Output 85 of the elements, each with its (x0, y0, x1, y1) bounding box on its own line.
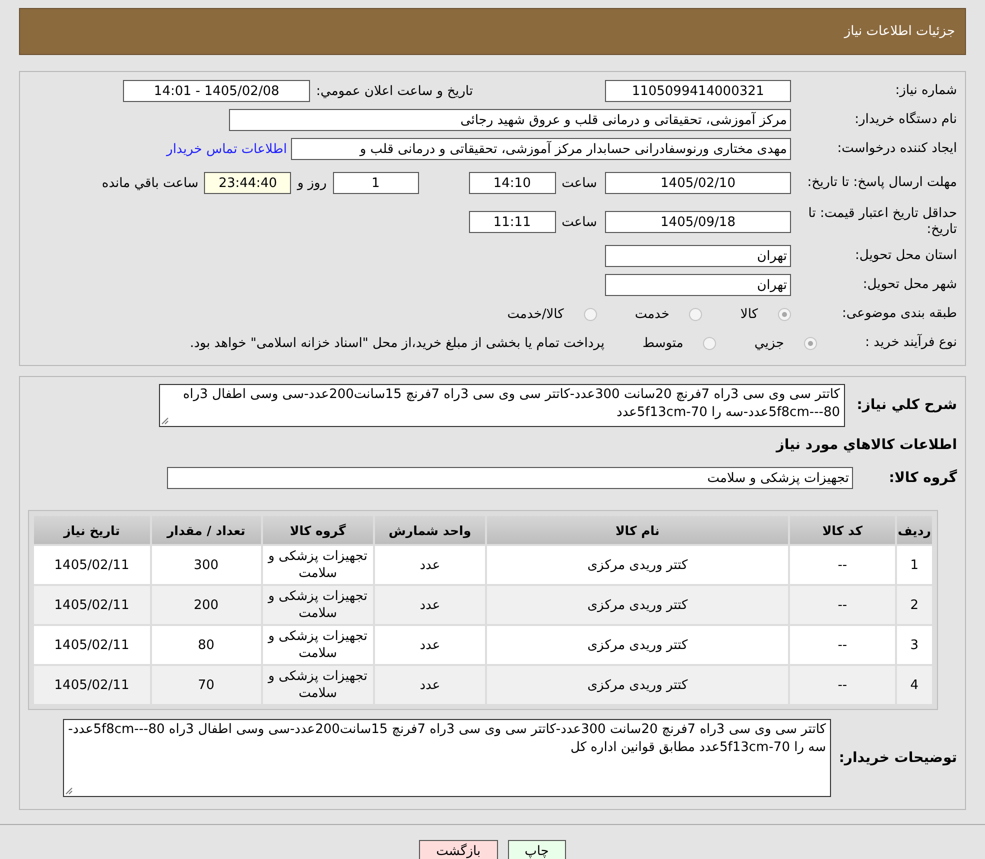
summary-text-area[interactable]: کاتتر سی وی سی 3راه 7فرنچ 20سانت 300عدد-کاتتر سی وی سی 3راه 7فرنچ 15سانت200عدد-سی وسی اطفال 3راه 80---5f8cmعدد-سه را 70-5f13cmعدد (159, 384, 845, 427)
days-field: 1 (332, 172, 419, 194)
resize-grip-icon[interactable] (161, 417, 169, 425)
print-button[interactable]: چاپ (508, 840, 566, 859)
table-cell: 1 (896, 546, 932, 584)
field-label: طبقه بندی موضوعی: (840, 306, 957, 322)
radio-label: کالا/خدمت (507, 306, 564, 322)
table-cell: عدد (374, 546, 485, 584)
field-label: روز و (297, 176, 327, 190)
field-label: ساعت (562, 176, 597, 190)
table-cell: کتتر وریدی مرکزی (487, 626, 788, 664)
table-cell: عدد (374, 626, 485, 664)
radio-label: جزيي (754, 336, 784, 350)
table-cell: تجهیزات پزشکی و سلامت (262, 666, 373, 704)
resize-grip-icon[interactable] (65, 787, 73, 795)
column-header: واحد شمارش (374, 516, 485, 544)
table-cell: تجهیزات پزشکی و سلامت (262, 546, 373, 584)
table-cell: کتتر وریدی مرکزی (487, 666, 788, 704)
buyer-contact-link[interactable]: اطلاعات تماس خریدار (166, 142, 287, 156)
table-cell: 200 (152, 586, 261, 624)
field-label: ساعت (562, 214, 597, 230)
table-cell: -- (790, 666, 895, 704)
table-cell: 80 (152, 626, 261, 664)
deadline-time-field: 14:10 (468, 172, 556, 194)
buyer-field: مرکز آموزشی، تحقیقاتی و درمانی قلب و عروق شهید رجائی (229, 109, 791, 131)
table-cell: 2 (896, 586, 932, 624)
need-number-field: 1105099414000321 (605, 80, 791, 102)
table-cell: 1405/02/11 (34, 626, 150, 664)
table-cell: 4 (896, 666, 932, 704)
table-cell: 1405/02/11 (34, 546, 150, 584)
table-cell: تجهیزات پزشکی و سلامت (262, 626, 373, 664)
section-heading: اطلاعات کالاهاي مورد نياز (776, 437, 957, 453)
table-cell: کتتر وریدی مرکزی (487, 586, 788, 624)
table-cell: -- (790, 546, 895, 584)
radio-button[interactable] (778, 308, 791, 320)
validity-time-field: 11:11 (468, 211, 556, 233)
radio-label: کالا (740, 306, 758, 322)
deadline-date-field: 1405/02/10 (605, 172, 791, 194)
field-label: شهر محل تحویل: (862, 277, 957, 293)
field-label: نوع فرآیند خرید : (864, 335, 957, 351)
remaining-time-field: 23:44:40 (204, 172, 292, 194)
radio-button[interactable] (703, 336, 716, 350)
table-cell: 3 (896, 626, 932, 664)
column-header: کد کالا (790, 516, 895, 544)
field-label: توضیحات خریدار: (838, 750, 957, 766)
table-cell: 1405/02/11 (34, 666, 150, 704)
payment-note: پرداخت تمام یا بخشی از مبلغ خرید،از محل "اسناد خزانه اسلامی" خواهد بود. (190, 336, 604, 350)
city-field: تهران (605, 274, 791, 296)
table-cell: -- (790, 586, 895, 624)
radio-label: خدمت (634, 306, 670, 322)
radio-button[interactable] (804, 336, 817, 350)
table-cell: 70 (152, 666, 261, 704)
table-cell: کتتر وریدی مرکزی (487, 546, 788, 584)
column-header: تعداد / مقدار (152, 516, 261, 544)
field-label: نام دستگاه خریدار: (854, 112, 957, 128)
table-cell: عدد (374, 666, 485, 704)
column-header: تاريخ نياز (34, 516, 150, 544)
announce-date-field: 1405/02/08 - 14:01 (123, 80, 310, 102)
table-cell: 1405/02/11 (34, 586, 150, 624)
field-label: گروه کالا: (888, 470, 957, 486)
table-cell: عدد (374, 586, 485, 624)
radio-label: متوسط (642, 336, 684, 350)
validity-date-field: 1405/09/18 (605, 211, 791, 233)
field-label: تاريخ و ساعت اعلان عمومي: (316, 84, 473, 98)
column-header: گروه کالا (262, 516, 373, 544)
field-label: مهلت ارسال پاسخ: تا تاریخ: (806, 175, 957, 191)
back-button[interactable]: بازگشت (419, 840, 498, 859)
table-cell: تجهیزات پزشکی و سلامت (262, 586, 373, 624)
radio-button[interactable] (584, 308, 597, 320)
goods-group-field: تجهیزات پزشکی و سلامت (167, 467, 853, 489)
table-cell: 300 (152, 546, 261, 584)
field-label: شرح کلي نياز: (856, 397, 957, 414)
column-header: رديف (896, 516, 932, 544)
field-label: ایجاد کننده درخواست: (836, 141, 957, 157)
table-cell: -- (790, 626, 895, 664)
radio-button[interactable] (689, 308, 702, 320)
page-title: جزئیات اطلاعات نیاز (844, 24, 955, 39)
province-field: تهران (605, 245, 791, 267)
field-label: استان محل تحویل: (854, 248, 957, 264)
field-label: حداقل تاریخ اعتبار قیمت: تا تاریخ: (807, 206, 957, 238)
column-header: نام کالا (487, 516, 788, 544)
field-label: ساعت باقي مانده (102, 176, 198, 190)
field-label: شماره نیاز: (894, 83, 957, 99)
creator-field: مهدی مختاری ورنوسفادرانی حسابدار مرکز آموزشی، تحقیقاتی و درمانی قلب و (291, 138, 791, 160)
buyer-notes-text-area[interactable]: کاتتر سی وی سی 3راه 7فرنچ 20سانت 300عدد-کاتتر سی وی سی 3راه 7فرنچ 15سانت200عدد-سی وسی اطفال 3راه 80---5f8cmعدد-سه را 70-5f13cmعدد مطابق قوانین اداره کل (63, 719, 831, 797)
